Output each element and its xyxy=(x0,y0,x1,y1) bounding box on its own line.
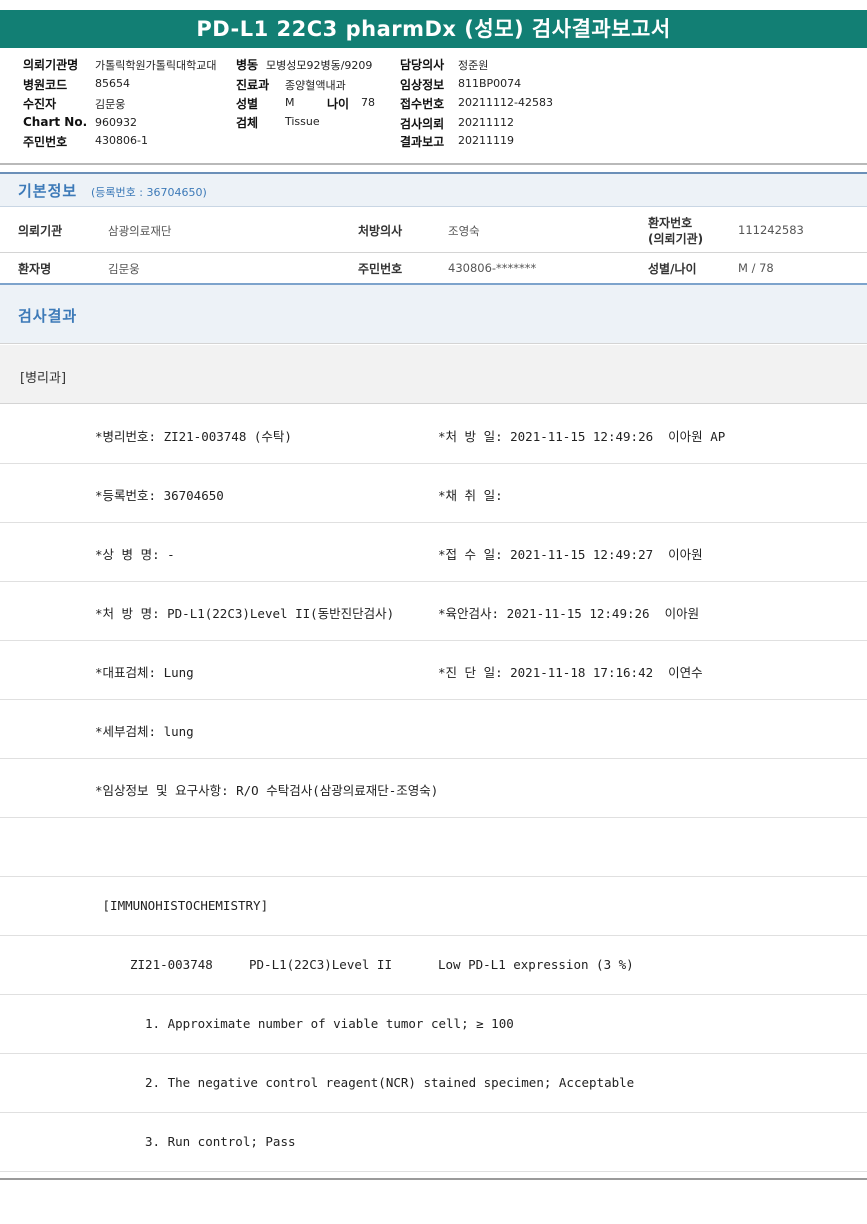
label-sex-age: 성별/나이 xyxy=(648,262,697,276)
basic-info-header: 기본정보 (등록번호 : 36704650) xyxy=(0,174,867,207)
header-value-specimen: Tissue xyxy=(285,115,320,128)
label-resident-number: 주민번호 xyxy=(358,262,403,276)
result-line-left: *세부검체: lung xyxy=(95,724,194,739)
header-label-department: 진료과 xyxy=(236,78,270,92)
header-value-report-date: 20211119 xyxy=(458,134,514,147)
ihc-note: 3. Run control; Pass xyxy=(0,1113,867,1172)
header-value-doctor: 정준원 xyxy=(458,59,489,72)
header-label-report-date: 결과보고 xyxy=(400,135,445,149)
header-label-hospital-code: 병원코드 xyxy=(23,78,68,92)
report-title: PD-L1 22C3 pharmDx (성모) 검사결과보고서 xyxy=(0,10,867,48)
header-value-resident-no: 430806-1 xyxy=(95,134,148,147)
result-line: [IMMUNOHISTOCHEMISTRY] xyxy=(0,877,867,936)
result-line-right: *채 취 일: xyxy=(438,488,503,503)
result-line: *병리번호: ZI21-003748 (수탁) *처 방 일: 2021-11-… xyxy=(0,405,867,464)
header-label-patient: 수진자 xyxy=(23,97,57,111)
ihc-note: 2. The negative control reagent(NCR) sta… xyxy=(0,1054,867,1113)
header-label-request-date: 검사의뢰 xyxy=(400,117,445,131)
result-line-right: *육안검사: 2021-11-15 12:49:26 이아원 xyxy=(438,606,700,621)
ihc-result-value: Low PD-L1 expression (3 %) xyxy=(438,957,634,972)
result-line-left: *상 병 명: - xyxy=(95,547,175,562)
result-line: *등록번호: 36704650 *채 취 일: xyxy=(0,464,867,523)
header-label-chart-no: Chart No. xyxy=(23,115,88,129)
ihc-note: 1. Approximate number of viable tumor ce… xyxy=(0,995,867,1054)
value-prescribing-doctor: 조영숙 xyxy=(448,224,480,238)
ihc-case-number: ZI21-003748 xyxy=(130,957,213,972)
result-line: *대표검체: Lung *진 단 일: 2021-11-18 17:16:42 … xyxy=(0,641,867,700)
result-line-left: *처 방 명: PD-L1(22C3)Level II(동반진단검사) xyxy=(95,606,395,621)
result-title: 검사결과 xyxy=(18,307,78,325)
header-label-accession-no: 접수번호 xyxy=(400,97,445,111)
result-line-right: *접 수 일: 2021-11-15 12:49:27 이아원 xyxy=(438,547,703,562)
header-label-age: 나이 xyxy=(327,97,350,111)
ihc-section-title: [IMMUNOHISTOCHEMISTRY] xyxy=(95,898,269,913)
label-prescribing-doctor: 처방의사 xyxy=(358,224,403,238)
basic-info-row: 의뢰기관 삼광의료재단 처방의사 조영숙 환자번호 (의뢰기관) 1112425… xyxy=(0,208,867,253)
header-label-specimen: 검체 xyxy=(236,116,259,130)
value-patient-name: 김문웅 xyxy=(108,262,140,276)
header-label-clinical-info: 임상정보 xyxy=(400,78,445,92)
header-label-sex: 성별 xyxy=(236,97,259,111)
basic-info-row: 환자명 김문웅 주민번호 430806-******* 성별/나이 M / 78 xyxy=(0,253,867,283)
header-value-institution: 가톨릭학원가톨릭대학교대 xyxy=(95,59,217,72)
header-value-patient: 김문웅 xyxy=(95,98,126,111)
ihc-note-text: 1. Approximate number of viable tumor ce… xyxy=(145,1016,514,1031)
header-value-clinical-info: 811BP0074 xyxy=(458,77,522,90)
ihc-note-text: 3. Run control; Pass xyxy=(145,1134,296,1149)
ihc-note-text: 2. The negative control reagent(NCR) sta… xyxy=(145,1075,635,1090)
value-resident-number: 430806-******* xyxy=(448,261,537,275)
result-line-left: *대표검체: Lung xyxy=(95,665,194,680)
result-line: *임상정보 및 요구사항: R/O 수탁검사(삼광의료재단-조영숙) xyxy=(0,759,867,818)
department-label: [병리과] xyxy=(20,371,67,386)
result-header: 검사결과 xyxy=(0,285,867,344)
header-value-hospital-code: 85654 xyxy=(95,77,130,90)
result-line: *세부검체: lung xyxy=(0,700,867,759)
result-line: *상 병 명: - *접 수 일: 2021-11-15 12:49:27 이아… xyxy=(0,523,867,582)
header-label-doctor: 담당의사 xyxy=(400,58,445,72)
report-header: 의뢰기관명 가톨릭학원가톨릭대학교대 병원코드 85654 수진자 김문웅 Ch… xyxy=(0,54,867,164)
label-patient-name: 환자명 xyxy=(18,262,52,276)
header-value-sex: M xyxy=(285,96,295,109)
value-patient-number: 111242583 xyxy=(738,223,804,237)
result-line xyxy=(0,818,867,877)
header-value-request-date: 20211112 xyxy=(458,116,514,129)
header-value-ward: 모병성모92병동/9209 xyxy=(266,59,373,72)
value-requesting-institution: 삼광의료재단 xyxy=(108,224,172,238)
header-value-chart-no: 960932 xyxy=(95,116,137,129)
label-patient-number: 환자번호 xyxy=(648,216,693,230)
result-line-left: *등록번호: 36704650 xyxy=(95,488,224,503)
header-label-ward: 병동 xyxy=(236,58,259,72)
header-label-institution: 의뢰기관명 xyxy=(23,58,79,72)
ihc-test-name: PD-L1(22C3)Level II xyxy=(249,957,392,972)
header-value-department: 종양혈액내과 xyxy=(285,79,346,92)
header-divider xyxy=(0,163,867,165)
footer-divider xyxy=(0,1178,867,1180)
basic-info-title: 기본정보 xyxy=(18,182,78,200)
result-line-right: *진 단 일: 2021-11-18 17:16:42 이연수 xyxy=(438,665,703,680)
registration-number: (등록번호 : 36704650) xyxy=(91,186,207,199)
ihc-result-row: ZI21-003748 PD-L1(22C3)Level II Low PD-L… xyxy=(0,936,867,995)
header-value-accession-no: 20211112-42583 xyxy=(458,96,553,109)
result-line: *처 방 명: PD-L1(22C3)Level II(동반진단검사) *육안검… xyxy=(0,582,867,641)
result-line-left: *임상정보 및 요구사항: R/O 수탁검사(삼광의료재단-조영숙) xyxy=(95,783,439,798)
department-row: [병리과] xyxy=(0,345,867,404)
header-value-age: 78 xyxy=(361,96,375,109)
label-patient-number-sub: (의뢰기관) xyxy=(648,232,704,246)
result-line-right: *처 방 일: 2021-11-15 12:49:26 이아원 AP xyxy=(438,429,726,444)
header-label-resident-no: 주민번호 xyxy=(23,135,68,149)
result-line-left: *병리번호: ZI21-003748 (수탁) xyxy=(95,429,292,444)
value-sex-age: M / 78 xyxy=(738,261,774,275)
label-requesting-institution: 의뢰기관 xyxy=(18,224,63,238)
